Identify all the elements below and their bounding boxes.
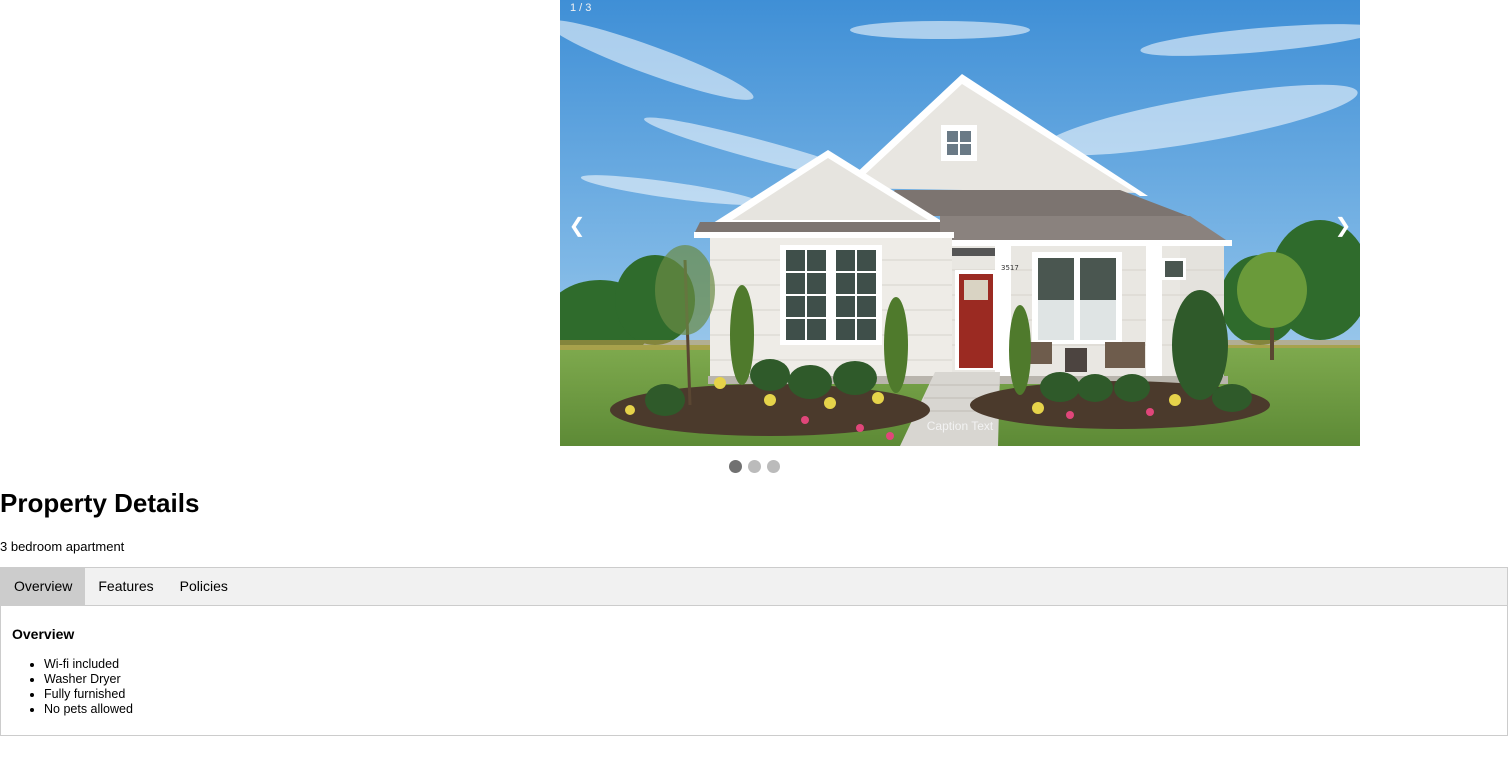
svg-text:3517: 3517 bbox=[1001, 264, 1019, 272]
previous-slide-button[interactable]: ❮ bbox=[565, 213, 589, 239]
slide-caption: Caption Text bbox=[926, 419, 994, 433]
slideshow-container: 3517 1 / 3 Caption Text ❮ ❯ bbox=[560, 0, 1360, 446]
slide-dot-2[interactable] bbox=[747, 460, 761, 473]
tab-bar: Overview Features Policies bbox=[0, 567, 1508, 606]
property-subtitle: 3 bedroom apartment bbox=[0, 539, 125, 554]
list-item: Fully furnished bbox=[44, 687, 133, 702]
page-title: Property Details bbox=[0, 488, 200, 518]
tab-overview[interactable]: Overview bbox=[1, 568, 86, 605]
tab-panel-overview: Overview Wi-fi included Washer Dryer Ful… bbox=[0, 605, 1508, 736]
list-item: Washer Dryer bbox=[44, 672, 133, 687]
slide-dot-1[interactable] bbox=[728, 460, 742, 473]
overview-list: Wi-fi included Washer Dryer Fully furnis… bbox=[1, 657, 133, 717]
tab-policies[interactable]: Policies bbox=[167, 568, 241, 605]
slide-dots bbox=[0, 460, 1508, 473]
tab-features[interactable]: Features bbox=[85, 568, 166, 605]
slide-dot-3[interactable] bbox=[766, 460, 780, 473]
house-photo: 3517 bbox=[560, 0, 1360, 446]
slide-counter: 1 / 3 bbox=[570, 2, 592, 14]
panel-title: Overview bbox=[12, 626, 75, 642]
next-slide-button[interactable]: ❯ bbox=[1331, 213, 1355, 239]
list-item: Wi-fi included bbox=[44, 657, 133, 672]
list-item: No pets allowed bbox=[44, 702, 133, 717]
